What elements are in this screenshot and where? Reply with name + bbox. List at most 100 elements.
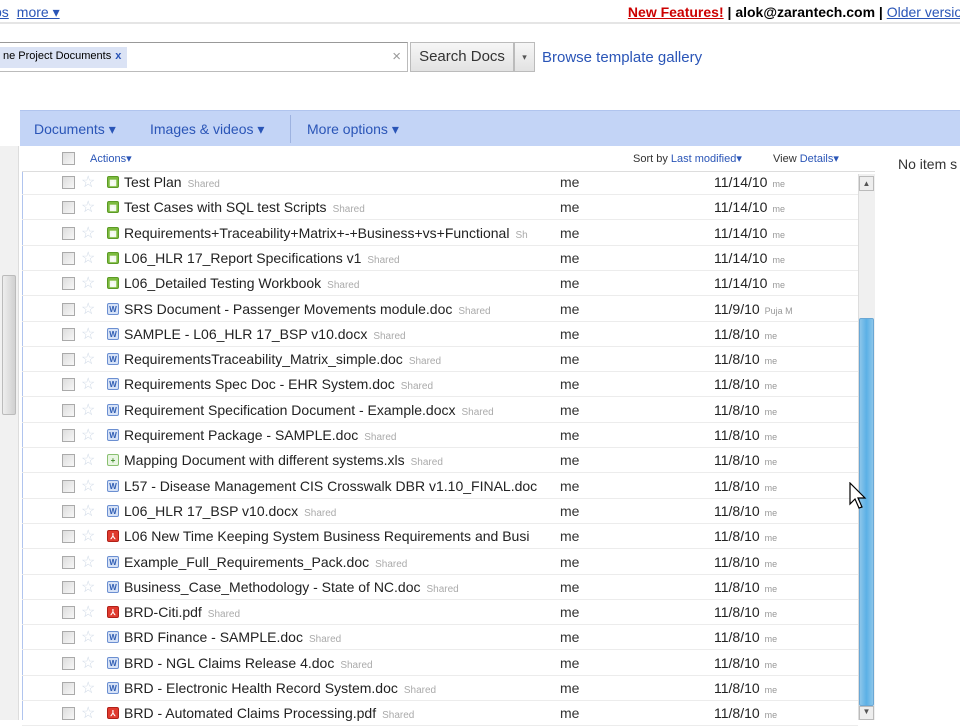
document-title[interactable]: Requirement Specification Document - Exa… — [124, 402, 456, 418]
document-row[interactable]: ☆ + Mapping Document with different syst… — [22, 448, 858, 474]
document-title[interactable]: BRD - NGL Claims Release 4.doc — [124, 655, 334, 671]
row-checkbox[interactable] — [62, 201, 75, 215]
document-row[interactable]: ☆ ⅄ L06 New Time Keeping System Business… — [22, 524, 858, 550]
select-all-checkbox[interactable] — [62, 152, 75, 165]
star-icon[interactable]: ☆ — [81, 476, 95, 496]
star-icon[interactable]: ☆ — [81, 273, 95, 293]
row-checkbox[interactable] — [62, 530, 75, 544]
document-title[interactable]: SRS Document - Passenger Movements modul… — [124, 301, 452, 317]
row-checkbox[interactable] — [62, 707, 75, 721]
row-checkbox[interactable] — [62, 251, 75, 265]
star-icon[interactable]: ☆ — [81, 248, 95, 268]
row-checkbox[interactable] — [62, 353, 75, 367]
document-title[interactable]: Requirements+Traceability+Matrix+-+Busin… — [124, 225, 509, 241]
row-checkbox[interactable] — [62, 302, 75, 316]
clear-search-icon[interactable]: × — [392, 48, 401, 65]
document-row[interactable]: ☆ W L06_HLR 17_BSP v10.docx Shared me 11/… — [22, 499, 858, 524]
star-icon[interactable]: ☆ — [81, 223, 95, 243]
row-checkbox[interactable] — [62, 378, 75, 392]
view-dropdown[interactable]: Details▾ — [800, 153, 839, 165]
sidebar-scrollbar[interactable] — [0, 146, 19, 720]
row-checkbox[interactable] — [62, 429, 75, 442]
document-title[interactable]: L06_HLR 17_Report Specifications v1 — [124, 250, 361, 266]
document-row[interactable]: ☆ W SRS Document - Passenger Movements m… — [22, 297, 858, 322]
star-icon[interactable]: ☆ — [81, 374, 95, 394]
star-icon[interactable]: ☆ — [81, 324, 95, 344]
more-options-menu[interactable]: More options ▾ — [307, 121, 399, 138]
document-title[interactable]: BRD - Electronic Health Record System.do… — [124, 680, 398, 696]
row-checkbox[interactable] — [62, 580, 75, 594]
star-icon[interactable]: ☆ — [81, 172, 95, 192]
star-icon[interactable]: ☆ — [81, 552, 95, 572]
row-checkbox[interactable] — [62, 277, 75, 291]
document-title[interactable]: L57 - Disease Management CIS Crosswalk D… — [124, 478, 537, 494]
document-row[interactable]: ☆ W BRD Finance - SAMPLE.doc Shared me 11… — [22, 625, 858, 651]
document-row[interactable]: ☆ W Requirement Package - SAMPLE.doc Shar… — [22, 423, 858, 448]
star-icon[interactable]: ☆ — [81, 577, 95, 597]
document-row[interactable]: ☆ ▦ L06_Detailed Testing Workbook Shared … — [22, 271, 858, 297]
document-title[interactable]: L06 New Time Keeping System Business Req… — [124, 528, 529, 544]
document-title[interactable]: L06_Detailed Testing Workbook — [124, 275, 321, 291]
document-title[interactable]: BRD - Automated Claims Processing.pdf — [124, 705, 376, 721]
search-docs-button[interactable]: Search Docs — [410, 42, 514, 72]
chip-close-icon[interactable]: x — [115, 50, 121, 62]
list-scroll-thumb[interactable] — [859, 318, 874, 706]
link-apps[interactable]: ps — [0, 4, 9, 20]
document-row[interactable]: ☆ ▦ Test Cases with SQL test Scripts Shar… — [22, 195, 858, 221]
star-icon[interactable]: ☆ — [81, 678, 95, 698]
star-icon[interactable]: ☆ — [81, 299, 95, 319]
star-icon[interactable]: ☆ — [81, 653, 95, 673]
document-row[interactable]: ☆ W Requirement Specification Document -… — [22, 398, 858, 423]
document-row[interactable]: ☆ W RequirementsTraceability_Matrix_simp… — [22, 347, 858, 373]
row-checkbox[interactable] — [62, 504, 75, 518]
star-icon[interactable]: ☆ — [81, 602, 95, 622]
document-row[interactable]: ☆ ▦ L06_HLR 17_Report Specifications v1 S… — [22, 246, 858, 271]
search-options-dropdown[interactable]: ▾ — [514, 42, 535, 72]
star-icon[interactable]: ☆ — [81, 349, 95, 369]
scroll-down-arrow-icon[interactable]: ▼ — [859, 706, 874, 720]
document-row[interactable]: ☆ W Example_Full_Requirements_Pack.doc Sh… — [22, 550, 858, 575]
star-icon[interactable]: ☆ — [81, 400, 95, 420]
browse-template-gallery-link[interactable]: Browse template gallery — [542, 49, 702, 66]
document-row[interactable]: ☆ W L57 - Disease Management CIS Crosswa… — [22, 474, 858, 499]
row-checkbox[interactable] — [62, 454, 75, 468]
images-videos-menu[interactable]: Images & videos ▾ — [150, 121, 264, 138]
star-icon[interactable]: ☆ — [81, 526, 95, 546]
row-checkbox[interactable] — [62, 656, 75, 670]
row-checkbox[interactable] — [62, 631, 75, 645]
sidebar-scroll-thumb[interactable] — [2, 275, 16, 415]
document-title[interactable]: L06_HLR 17_BSP v10.docx — [124, 503, 298, 519]
document-title[interactable]: Example_Full_Requirements_Pack.doc — [124, 554, 369, 570]
row-checkbox[interactable] — [62, 327, 75, 341]
document-title[interactable]: RequirementsTraceability_Matrix_simple.d… — [124, 351, 403, 367]
document-title[interactable]: SAMPLE - L06_HLR 17_BSP v10.docx — [124, 326, 367, 342]
documents-menu[interactable]: Documents ▾ — [34, 121, 116, 138]
row-checkbox[interactable] — [62, 555, 75, 569]
older-version-link[interactable]: Older version — [887, 4, 960, 20]
search-input[interactable]: ne Project Documents x × — [0, 42, 408, 72]
star-icon[interactable]: ☆ — [81, 627, 95, 647]
document-title[interactable]: Mapping Document with different systems.… — [124, 452, 405, 468]
row-checkbox[interactable] — [62, 479, 75, 493]
sort-dropdown[interactable]: Last modified▾ — [671, 153, 742, 165]
star-icon[interactable]: ☆ — [81, 450, 95, 470]
scroll-up-arrow-icon[interactable]: ▲ — [859, 176, 874, 191]
document-title[interactable]: BRD Finance - SAMPLE.doc — [124, 629, 303, 645]
document-row[interactable]: ☆ W BRD - NGL Claims Release 4.doc Shared… — [22, 651, 858, 676]
star-icon[interactable]: ☆ — [81, 501, 95, 521]
document-row[interactable]: ☆ W Requirements Spec Doc - EHR System.d… — [22, 372, 858, 398]
document-row[interactable]: ☆ W SAMPLE - L06_HLR 17_BSP v10.docx Shar… — [22, 322, 858, 347]
document-row[interactable]: ☆ ⅄ BRD - Automated Claims Processing.pd… — [22, 701, 858, 726]
new-features-link[interactable]: New Features! — [628, 4, 724, 20]
row-checkbox[interactable] — [62, 226, 75, 240]
document-title[interactable]: Business_Case_Methodology - State of NC.… — [124, 579, 421, 595]
document-title[interactable]: Requirement Package - SAMPLE.doc — [124, 427, 358, 443]
star-icon[interactable]: ☆ — [81, 425, 95, 445]
document-row[interactable]: ☆ ▦ Test Plan Shared me 11/14/10 me — [22, 170, 858, 195]
star-icon[interactable]: ☆ — [81, 703, 95, 723]
document-row[interactable]: ☆ ⅄ BRD-Citi.pdf Shared me 11/8/10 me — [22, 600, 858, 626]
star-icon[interactable]: ☆ — [81, 197, 95, 217]
document-row[interactable]: ☆ W BRD - Electronic Health Record Syste… — [22, 676, 858, 701]
document-title[interactable]: Test Cases with SQL test Scripts — [124, 199, 327, 215]
document-title[interactable]: Test Plan — [124, 174, 182, 190]
